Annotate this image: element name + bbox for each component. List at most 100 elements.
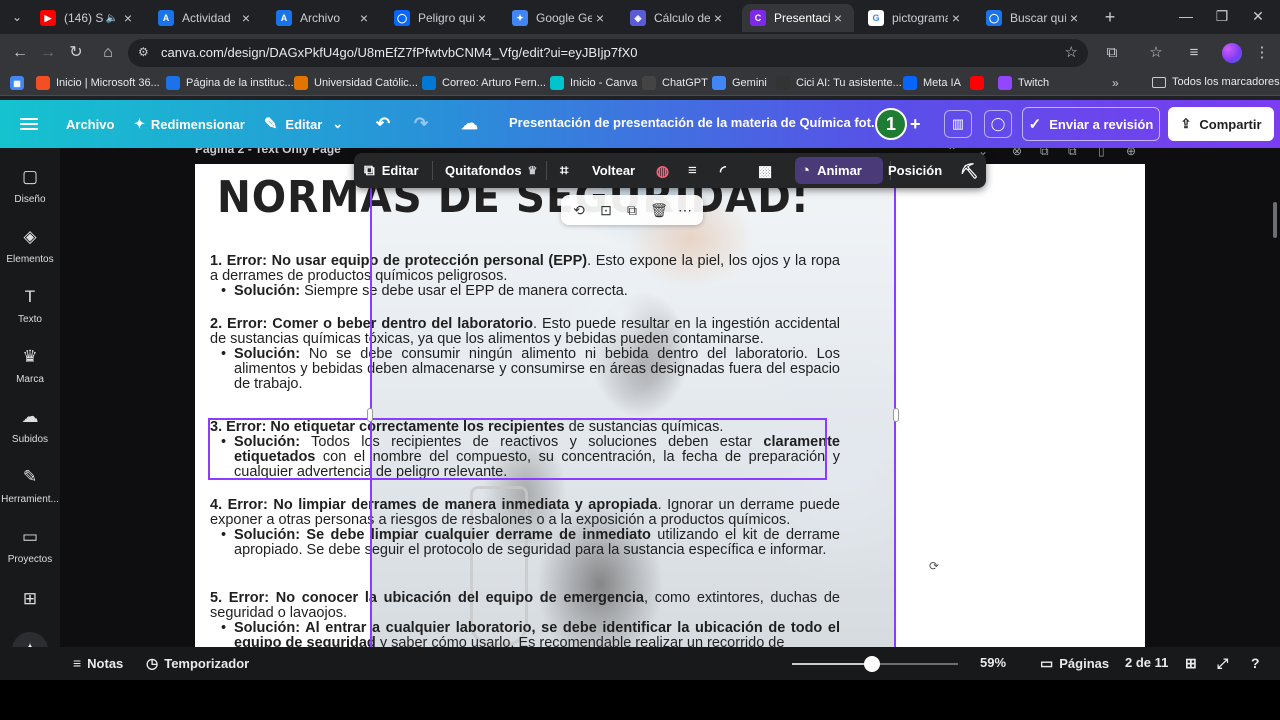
browser-tab[interactable]: Gpictogramas× (860, 4, 972, 32)
sidebar-item[interactable]: ▢ Diseño (0, 166, 60, 205)
timer-button[interactable]: ◷ Temporizador (146, 655, 249, 672)
all-bookmarks-button[interactable]: Todos los marcadores (1152, 76, 1280, 88)
bookmark-item[interactable]: Gemini (712, 76, 767, 90)
minimize-icon[interactable]: — (1176, 8, 1196, 24)
close-tab-icon[interactable]: × (710, 10, 726, 26)
line-weight-icon[interactable]: ≡ (688, 153, 704, 188)
page-label[interactable]: Página 2 - Text Only Page (195, 148, 341, 156)
bg-remover-button[interactable]: Quitafondos ♛ (445, 153, 537, 188)
media-icon[interactable]: ≡ (1184, 43, 1204, 63)
speaker-icon[interactable]: 🔈 (104, 13, 120, 24)
back-icon[interactable]: ← (10, 43, 30, 63)
sidebar-item[interactable]: ▭ Proyectos (0, 526, 60, 565)
browser-tab[interactable]: ◈ Cálculo de s× (622, 4, 734, 32)
edit-mode-button[interactable]: ✎ Editar ⌄ (264, 100, 343, 148)
pages-button[interactable]: ▭ Páginas (1040, 655, 1109, 672)
add-collaborator-icon[interactable]: + (910, 100, 921, 148)
resize-handle-right[interactable] (893, 408, 899, 422)
design-title[interactable]: Presentación de presentación de la mater… (509, 115, 882, 130)
lock-icon[interactable]: ⊡ (597, 201, 615, 219)
close-tab-icon[interactable]: × (948, 10, 964, 26)
site-info-icon[interactable]: ⚙ (138, 45, 154, 61)
bookmark-item[interactable]: Cici AI: Tu asistente... (776, 76, 902, 90)
sidebar-item[interactable]: ♛ Marca (0, 346, 60, 385)
zoom-slider[interactable] (792, 656, 958, 672)
checker-transparency-icon[interactable]: ▩ (758, 153, 779, 188)
more-options-icon[interactable]: ⋯ (676, 201, 694, 219)
comment-icon[interactable]: ◯ (984, 110, 1012, 138)
bookmark-item[interactable]: Correo: Arturo Fern... (422, 76, 546, 90)
sidebar-item[interactable]: ☁ Subidos (0, 406, 60, 445)
menu-hamburger-icon[interactable] (20, 115, 38, 133)
page-duplicate-icon[interactable]: ⧉ (1068, 148, 1077, 159)
sidebar-item[interactable]: T Texto (0, 286, 60, 325)
page-delete-icon[interactable]: ▯ (1098, 148, 1105, 158)
close-tab-icon[interactable]: × (592, 10, 608, 26)
bookmark-item[interactable] (970, 76, 990, 90)
duplicate-icon[interactable]: ⧉ (623, 201, 641, 219)
edit-image-button[interactable]: ⧉ Editar (364, 153, 419, 188)
collaborator-avatar[interactable]: 1 (875, 108, 907, 140)
browser-tab[interactable]: C Presentación× (742, 4, 854, 32)
close-tab-icon[interactable]: × (830, 10, 846, 26)
menu-icon[interactable]: ⋮ (1252, 43, 1272, 63)
cloud-save-icon[interactable]: ☁ (461, 100, 478, 148)
bookmark-item[interactable]: Inicio | Microsoft 36... (36, 76, 160, 90)
send-review-button[interactable]: ✓ Enviar a revisión (1022, 107, 1160, 141)
corner-rounding-icon[interactable]: ◜ (720, 153, 733, 188)
sidebar-item[interactable]: ◈ Elementos (0, 226, 60, 265)
profile-avatar[interactable] (1222, 43, 1242, 63)
bookmark-item[interactable]: Meta IA (903, 76, 961, 90)
reload-icon[interactable]: ↻ (66, 43, 86, 63)
zoom-level[interactable]: 59% (980, 655, 1006, 670)
close-tab-icon[interactable]: × (474, 10, 490, 26)
file-menu-button[interactable]: Archivo (66, 100, 114, 148)
crop-icon[interactable]: ⌗ (560, 153, 575, 188)
undo-icon[interactable]: ↶ (376, 100, 390, 148)
help-icon[interactable]: ? (1251, 655, 1266, 671)
zoom-slider-knob[interactable] (863, 656, 880, 672)
page-lock-icon[interactable]: ⊗ (1012, 148, 1022, 158)
bookmark-item[interactable]: Twitch (998, 76, 1049, 90)
close-tab-icon[interactable]: × (1066, 10, 1082, 26)
notes-button[interactable]: ≡ Notas (73, 655, 123, 671)
bookmark-star-icon[interactable]: ☆ (1065, 43, 1078, 61)
address-bar[interactable]: ⚙ canva.com/design/DAGxPkfU4go/U8mEfZ7fP… (128, 39, 1088, 67)
browser-tab[interactable]: ✦ Google Gem× (504, 4, 616, 32)
paint-format-icon[interactable]: ⛏ (960, 153, 986, 188)
browser-tab[interactable]: ▶ (146) Sem🔈× (32, 4, 144, 32)
tab-search-icon[interactable]: ⌄ (6, 7, 28, 27)
slide-page[interactable]: NORMAS DE SEGURIDAD: 1. Error: No usar e… (195, 164, 1145, 647)
resize-button[interactable]: ✦ Redimensionar (134, 100, 245, 148)
add-page-icon[interactable]: ⊕ (1126, 148, 1136, 158)
browser-tab[interactable]: ◯ Buscar quími× (978, 4, 1090, 32)
browser-tab[interactable]: ◯ Peligro quím× (386, 4, 498, 32)
sidebar-item[interactable]: ✎ Herramient... (0, 466, 60, 505)
bookmarks-icon[interactable]: ☆ (1146, 43, 1166, 63)
bookmark-item[interactable]: Página de la instituc... (166, 76, 294, 90)
bookmark-item[interactable]: Universidad Católic... (294, 76, 418, 90)
rotate-icon[interactable]: ⟳ (924, 556, 944, 576)
share-button[interactable]: ⇪ Compartir (1168, 107, 1274, 141)
position-button[interactable]: Posición (888, 153, 942, 188)
grid-view-icon[interactable]: ⊞ (1185, 655, 1203, 672)
browser-tab[interactable]: A Archivo × (268, 4, 380, 32)
extensions-icon[interactable]: ⧉ (1102, 43, 1122, 63)
animate-button[interactable]: ◔ Animar (801, 153, 862, 188)
more-bookmarks-icon[interactable]: » (1112, 76, 1119, 90)
redo-icon[interactable]: ↷ (414, 100, 428, 148)
bookmark-item[interactable]: ChatGPT (642, 76, 708, 90)
forward-icon[interactable]: → (38, 43, 58, 63)
vertical-scrollbar[interactable] (1273, 202, 1277, 238)
apps-icon[interactable]: ▦ (10, 76, 30, 90)
bookmark-item[interactable]: Inicio - Canva (550, 76, 637, 90)
close-tab-icon[interactable]: × (238, 10, 254, 26)
flip-button[interactable]: Voltear (592, 153, 635, 188)
home-icon[interactable]: ⌂ (98, 43, 118, 63)
trash-icon[interactable]: 🗑 (650, 201, 668, 219)
fullscreen-icon[interactable]: ⤢ (1217, 655, 1234, 672)
transparency-icon[interactable]: ◍ (656, 153, 676, 188)
close-tab-icon[interactable]: × (356, 10, 372, 26)
browser-tab[interactable]: A Actividad × (150, 4, 262, 32)
close-tab-icon[interactable]: × (120, 10, 136, 26)
